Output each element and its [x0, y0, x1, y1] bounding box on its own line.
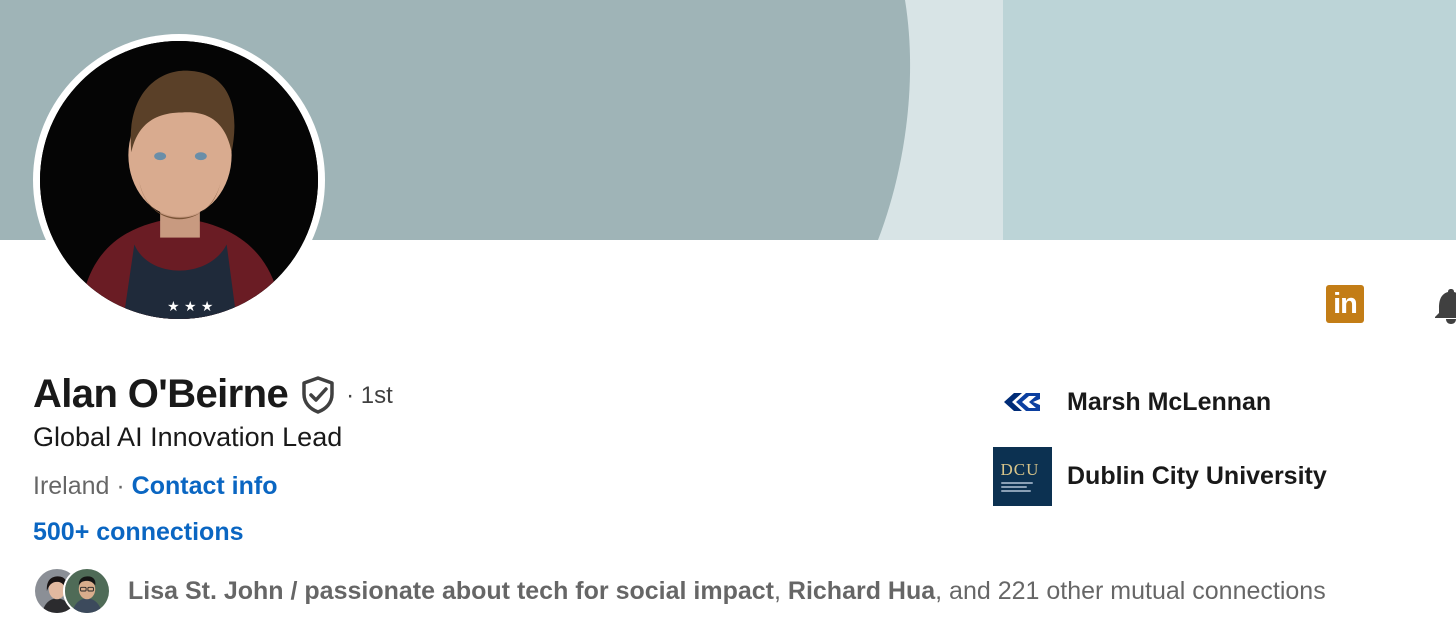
- mutual-connections-text[interactable]: Lisa St. John / passionate about tech fo…: [128, 577, 1326, 606]
- profile-headline: Global AI Innovation Lead: [33, 422, 343, 452]
- location-separator: ·: [109, 472, 132, 500]
- shield-check-icon[interactable]: [300, 375, 336, 415]
- profile-name-row: Alan O'Beirne · 1st: [33, 368, 393, 420]
- dcu-logo-text: DCU: [1000, 459, 1040, 479]
- org-name: Dublin City University: [1067, 461, 1327, 490]
- svg-text:★ ★ ★: ★ ★ ★: [167, 299, 213, 315]
- mutual-person-1: Lisa St. John / passionate about tech fo…: [128, 576, 774, 605]
- dcu-logo-icon: DCU: [992, 446, 1052, 506]
- bell-icon[interactable]: [1430, 287, 1456, 325]
- mutual-connections-row[interactable]: Lisa St. John / passionate about tech fo…: [33, 565, 1326, 617]
- linkedin-premium-icon[interactable]: in: [1326, 285, 1364, 323]
- org-item-dublin-city-university[interactable]: DCU Dublin City University: [992, 446, 1452, 506]
- connection-degree: · 1st: [346, 382, 393, 409]
- profile-location: Ireland: [33, 472, 110, 500]
- location-row: Ireland · Contact info: [33, 472, 278, 501]
- org-name: Marsh McLennan: [1067, 387, 1272, 416]
- mutual-separator: ,: [773, 576, 788, 605]
- profile-top-actions: in: [1256, 283, 1456, 325]
- connections-link[interactable]: 500+ connections: [33, 518, 244, 547]
- mutual-rest: , and 221 other mutual connections: [935, 576, 1326, 605]
- profile-name: Alan O'Beirne: [33, 371, 289, 416]
- org-item-marsh-mclennan[interactable]: Marsh McLennan: [992, 372, 1452, 432]
- organizations-list: Marsh McLennan DCU Dublin City Universit…: [992, 372, 1452, 520]
- mutual-avatars: [33, 565, 117, 617]
- profile-photo[interactable]: ★ ★ ★: [33, 34, 325, 326]
- mutual-person-2: Richard Hua: [787, 576, 936, 605]
- avatar: [63, 567, 111, 615]
- marsh-mclennan-logo-icon: [992, 372, 1052, 432]
- contact-info-link[interactable]: Contact info: [132, 472, 278, 500]
